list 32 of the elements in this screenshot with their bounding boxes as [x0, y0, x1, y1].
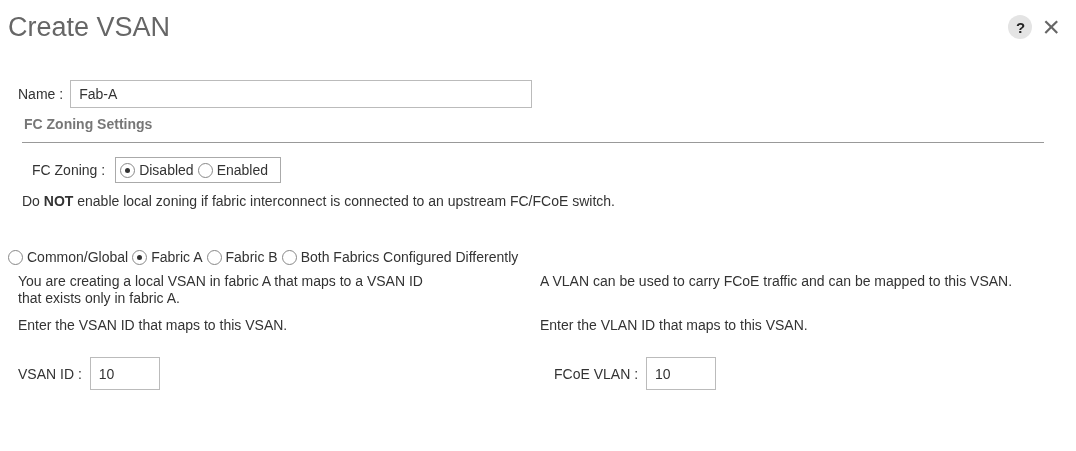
radio-label: Fabric B: [225, 249, 278, 265]
radio-button[interactable]: [197, 162, 213, 178]
name-field[interactable]: Fab-A: [70, 80, 533, 108]
help-button[interactable]: ?: [1008, 15, 1033, 39]
radio-label: Enabled: [216, 162, 268, 178]
id-field[interactable]: 10: [89, 357, 160, 390]
radio-option[interactable]: Fabric B: [206, 249, 278, 265]
radio-option[interactable]: Enabled: [197, 162, 268, 178]
field-label: FCoE VLAN :: [554, 365, 639, 382]
close-button[interactable]: ×: [1042, 14, 1060, 40]
hint-text: Enter the VLAN ID that maps to this VSAN.: [540, 317, 809, 333]
radio-button[interactable]: [132, 249, 148, 265]
field-label: FC Zoning :: [32, 162, 106, 178]
radio-option[interactable]: Disabled: [120, 162, 194, 178]
radio-button[interactable]: [206, 249, 222, 265]
radio-button[interactable]: [281, 249, 297, 265]
radio-label: Common/Global: [27, 249, 129, 265]
warning-text: Do NOT enable local zoning if fabric interconnect is connected to an upstream FC/FCoE switch.: [22, 193, 616, 209]
radio-option[interactable]: Common/Global: [8, 249, 129, 265]
radio-button[interactable]: [120, 162, 136, 178]
field-label: VSAN ID :: [18, 365, 82, 382]
field-label: Name :: [18, 86, 64, 102]
radio-label: Disabled: [139, 162, 194, 178]
id-field[interactable]: 10: [646, 357, 717, 390]
radio-label: Fabric A: [151, 249, 203, 265]
description-text: A VLAN can be used to carry FCoE traffic and can be mapped to this VSAN.: [540, 273, 1014, 291]
section-heading: FC Zoning Settings: [24, 116, 154, 132]
hint-text: Enter the VSAN ID that maps to this VSAN.: [18, 317, 289, 333]
radio-button[interactable]: [8, 249, 23, 265]
description-text: You are creating a local VSAN in fabric A that maps to a VSAN ID that exists only in fabric A.: [18, 273, 424, 307]
dialog-title: Create VSAN: [8, 11, 171, 43]
radio-option[interactable]: Fabric A: [132, 249, 203, 265]
